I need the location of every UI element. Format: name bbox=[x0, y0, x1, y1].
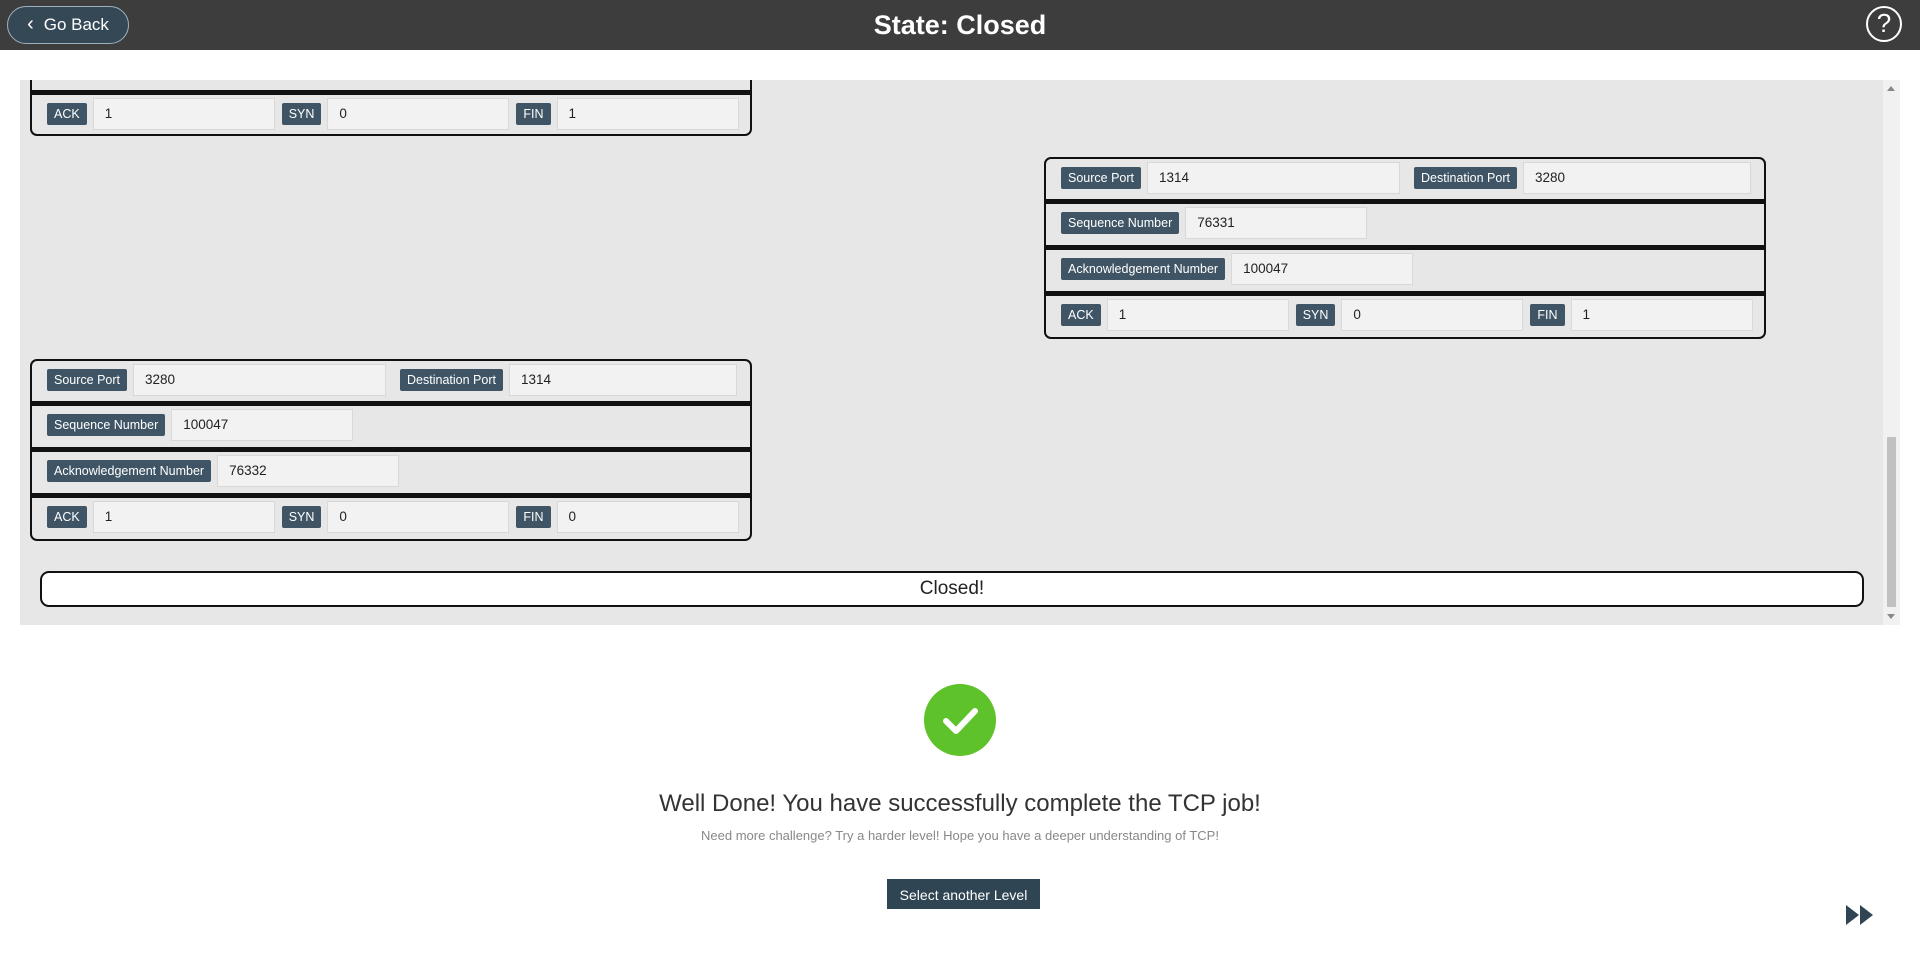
checkmark-icon bbox=[924, 684, 996, 756]
fin-label: FIN bbox=[1530, 304, 1565, 326]
source-port-field[interactable]: 3280 bbox=[133, 364, 387, 396]
ports-row: Source Port 3280 Destination Port 1314 bbox=[32, 361, 750, 399]
ack-field[interactable]: 1 bbox=[92, 501, 275, 533]
packet-bottom-left: Source Port 3280 Destination Port 1314 S… bbox=[30, 359, 752, 541]
syn-field[interactable]: 0 bbox=[327, 501, 510, 533]
success-subtitle: Need more challenge? Try a harder level!… bbox=[701, 828, 1219, 843]
syn-field[interactable]: 0 bbox=[1341, 299, 1524, 331]
top-bar: ‹ Go Back State: Closed ? bbox=[0, 0, 1920, 50]
fin-field[interactable]: 1 bbox=[1570, 299, 1753, 331]
ports-row: Source Port 1314 Destination Port 3280 bbox=[1046, 159, 1764, 197]
flags-row: ACK 1 SYN 0 FIN 1 bbox=[32, 90, 750, 133]
sequence-number-field[interactable]: 100047 bbox=[171, 409, 354, 441]
source-port-label: Source Port bbox=[1061, 167, 1142, 189]
fast-forward-icon[interactable] bbox=[1845, 904, 1875, 926]
panel-scrollbar[interactable] bbox=[1883, 80, 1900, 625]
success-title: Well Done! You have successfully complet… bbox=[659, 790, 1261, 817]
destination-port-label: Destination Port bbox=[1414, 167, 1517, 189]
scrollbar-thumb[interactable] bbox=[1887, 437, 1896, 607]
sequence-row: Sequence Number 100047 bbox=[32, 401, 750, 444]
sequence-number-label: Sequence Number bbox=[47, 414, 166, 436]
closed-status-bar: Closed! bbox=[40, 571, 1864, 607]
acknowledgement-number-label: Acknowledgement Number bbox=[1061, 258, 1226, 280]
help-icon[interactable]: ? bbox=[1866, 6, 1902, 42]
page-title: State: Closed bbox=[873, 10, 1047, 40]
acknowledgement-row: Acknowledgement Number 76332 bbox=[32, 447, 750, 490]
packet-right: Source Port 1314 Destination Port 3280 S… bbox=[1044, 157, 1766, 339]
scroll-up-icon[interactable] bbox=[1887, 86, 1895, 91]
syn-label: SYN bbox=[1295, 304, 1336, 326]
fin-label: FIN bbox=[516, 506, 551, 528]
destination-port-field[interactable]: 1314 bbox=[508, 364, 737, 396]
acknowledgement-number-field[interactable]: 76332 bbox=[217, 455, 400, 487]
syn-label: SYN bbox=[281, 506, 322, 528]
ack-label: ACK bbox=[47, 103, 87, 125]
ack-label: ACK bbox=[1061, 304, 1101, 326]
acknowledgement-number-field[interactable]: 100047 bbox=[1231, 253, 1414, 285]
scroll-down-icon[interactable] bbox=[1887, 614, 1895, 619]
sequence-row: Sequence Number 76331 bbox=[1046, 199, 1764, 242]
destination-port-field[interactable]: 3280 bbox=[1522, 162, 1751, 194]
packet-top-partial: ACK 1 SYN 0 FIN 1 bbox=[30, 80, 752, 136]
source-port-label: Source Port bbox=[47, 369, 128, 391]
sequence-number-field[interactable]: 76331 bbox=[1185, 207, 1368, 239]
fin-field[interactable]: 1 bbox=[556, 98, 739, 130]
flags-row: ACK 1 SYN 0 FIN 1 bbox=[1046, 291, 1764, 334]
fin-field[interactable]: 0 bbox=[556, 501, 739, 533]
acknowledgement-number-label: Acknowledgement Number bbox=[47, 460, 212, 482]
ack-label: ACK bbox=[47, 506, 87, 528]
select-another-level-button[interactable]: Select another Level bbox=[887, 879, 1040, 909]
destination-port-label: Destination Port bbox=[400, 369, 503, 391]
simulation-panel: ACK 1 SYN 0 FIN 1 Source Port 1314 Desti… bbox=[20, 80, 1884, 625]
source-port-field[interactable]: 1314 bbox=[1147, 162, 1401, 194]
sequence-number-label: Sequence Number bbox=[1061, 212, 1180, 234]
syn-field[interactable]: 0 bbox=[327, 98, 510, 130]
fin-label: FIN bbox=[516, 103, 551, 125]
ack-field[interactable]: 1 bbox=[1106, 299, 1289, 331]
acknowledgement-row: Acknowledgement Number 100047 bbox=[1046, 245, 1764, 288]
syn-label: SYN bbox=[281, 103, 322, 125]
ack-field[interactable]: 1 bbox=[92, 98, 275, 130]
flags-row: ACK 1 SYN 0 FIN 0 bbox=[32, 493, 750, 536]
